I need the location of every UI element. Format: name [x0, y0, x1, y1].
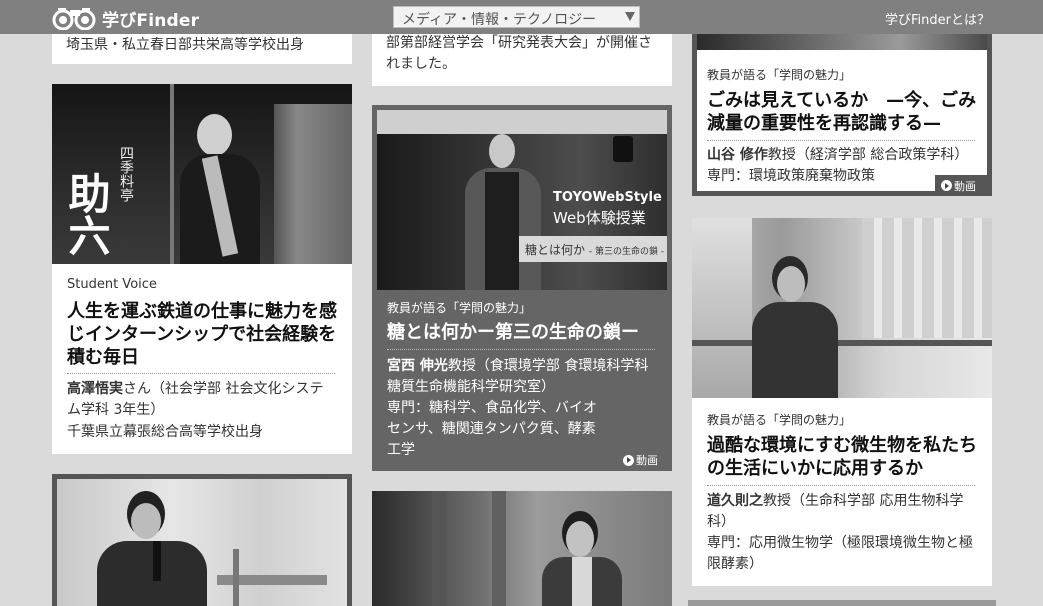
article-card[interactable]: TOYOWebStyle Web体験授業 糖とは何か - 第三の生命の鎖 - 教… [372, 105, 672, 471]
person-affiliation-cont: 科） [707, 514, 735, 530]
divider [707, 140, 975, 141]
article-card[interactable]: 四季料亭 助六 Student Voice 人生を運ぶ鉄道の仕事に魅力を感 じイ… [52, 84, 352, 454]
card-specialty: 専門：糖科学、食品化学、バイオ [387, 400, 597, 416]
photo-caption: 糖とは何か - 第三の生命の鎖 - [525, 241, 664, 258]
card-person: 宮西 伸光教授（食環境学部 食環境科学科 [387, 356, 648, 377]
top-header: 学びFinder メディア・情報・テクノロジー 学びFinderとは？ [0, 0, 1043, 34]
person-affiliation: 教授（生命科学部 応用生物科学 [763, 493, 964, 509]
category-select[interactable]: メディア・情報・テクノロジー [393, 6, 640, 28]
divider [67, 373, 335, 374]
person-affiliation: さん（社会学部 社会文化システ [123, 381, 324, 397]
play-icon [941, 180, 952, 191]
logo-text: 学びFinder [102, 10, 200, 31]
photo-caption-small: - 第三の生命の鎖 - [588, 247, 665, 257]
photo-brand-text: TOYOWebStyle [553, 190, 662, 205]
video-label: 動画 [954, 179, 976, 193]
category-select-value: メディア・情報・テクノロジー [402, 12, 597, 28]
person-name: 高澤悟実 [67, 381, 123, 397]
video-badge: 動画 [935, 175, 987, 196]
site-logo[interactable]: 学びFinder [52, 5, 199, 31]
binoculars-icon [52, 8, 96, 30]
card-title: 糖とは何かー第三の生命の鎖ー [387, 322, 639, 343]
article-photo [692, 218, 992, 398]
article-card[interactable]: 埼玉県・私立春日部共栄高等学校出身 [52, 34, 352, 64]
article-card[interactable] [52, 474, 352, 606]
card-specialty: センサ、糖関連タンパク質、酵素 [387, 421, 596, 437]
video-label: 動画 [636, 454, 658, 467]
card-title: ごみは見えているか —今、ごみ [707, 90, 977, 111]
card-school: 埼玉県・私立春日部共栄高等学校出身 [66, 37, 304, 53]
card-person: 道久則之教授（生命科学部 応用生物科学 [707, 491, 963, 512]
card-title: 減量の重要性を再認識する— [707, 113, 941, 134]
article-card[interactable] [372, 491, 672, 606]
card-category: Student Voice [67, 277, 157, 292]
card-category: 教員が語る「学問の魅力」 [387, 301, 532, 315]
person-affiliation-cont: 糖質生命機能科学研究室） [387, 379, 555, 395]
article-card[interactable]: 部第部経営学会「研究発表大会」が開催さ れました。 [372, 34, 672, 86]
photo-big-text: 助六 [62, 172, 111, 256]
divider [707, 485, 975, 486]
card-title: 人生を運ぶ鉄道の仕事に魅力を感 [67, 301, 337, 322]
article-card[interactable]: 教員が語る「学問の魅力」 ごみは見えているか —今、ごみ 減量の重要性を再認識す… [692, 34, 992, 196]
photo-subtitle-text: Web体験授業 [553, 209, 646, 227]
person-affiliation: 教授（食環境学部 食環境科学科 [447, 358, 649, 374]
article-photo [372, 491, 672, 606]
article-photo: 四季料亭 助六 [52, 84, 352, 264]
person-name: 宮西 伸光 [387, 358, 448, 374]
photo-sign-text: 四季料亭 [118, 146, 134, 202]
article-photo [57, 479, 347, 606]
article-card[interactable]: 教員が語る「学問の魅力」 過酷な環境にすむ微生物を私たち の生活にいかに応用する… [692, 218, 992, 586]
chevron-down-icon [625, 12, 635, 21]
card-text-line: れました。 [386, 56, 456, 72]
card-category: 教員が語る「学問の魅力」 [707, 68, 852, 82]
card-person: 山谷 修作教授（経済学部 総合政策学科） [707, 145, 968, 166]
video-badge: 動画 [623, 452, 658, 468]
article-card[interactable] [688, 600, 996, 606]
card-specialty: 工学 [387, 442, 415, 458]
card-category: 教員が語る「学問の魅力」 [707, 413, 852, 427]
about-link[interactable]: 学びFinderとは？ [885, 9, 990, 28]
person-name: 山谷 修作 [707, 147, 768, 163]
person-affiliation-cont: ム学科 3年生） [67, 402, 165, 418]
card-specialty: 専門：環境政策廃棄物政策 [707, 168, 875, 184]
article-photo: TOYOWebStyle Web体験授業 糖とは何か - 第三の生命の鎖 - [377, 110, 667, 290]
person-affiliation: 教授（経済学部 総合政策学科） [767, 147, 969, 163]
card-title: 積む毎日 [67, 347, 139, 368]
card-specialty: 限酵素） [707, 556, 763, 572]
card-specialty: 専門：応用微生物学（極限環境微生物と極 [707, 535, 973, 551]
photo-caption-main: 糖とは何か [525, 243, 586, 257]
article-photo [697, 34, 987, 50]
card-person: 高澤悟実さん（社会学部 社会文化システ [67, 379, 323, 400]
card-text-line: 部第部経営学会「研究発表大会」が開催さ [386, 35, 652, 51]
card-title: 過酷な環境にすむ微生物を私たち [707, 435, 978, 456]
card-title: じインターンシップで社会経験を [67, 324, 337, 345]
divider [387, 349, 655, 350]
person-name: 道久則之 [707, 493, 763, 509]
card-title: の生活にいかに応用するか [707, 458, 923, 479]
card-school: 千葉県立幕張総合高等学校出身 [67, 424, 263, 440]
play-icon [623, 454, 634, 466]
